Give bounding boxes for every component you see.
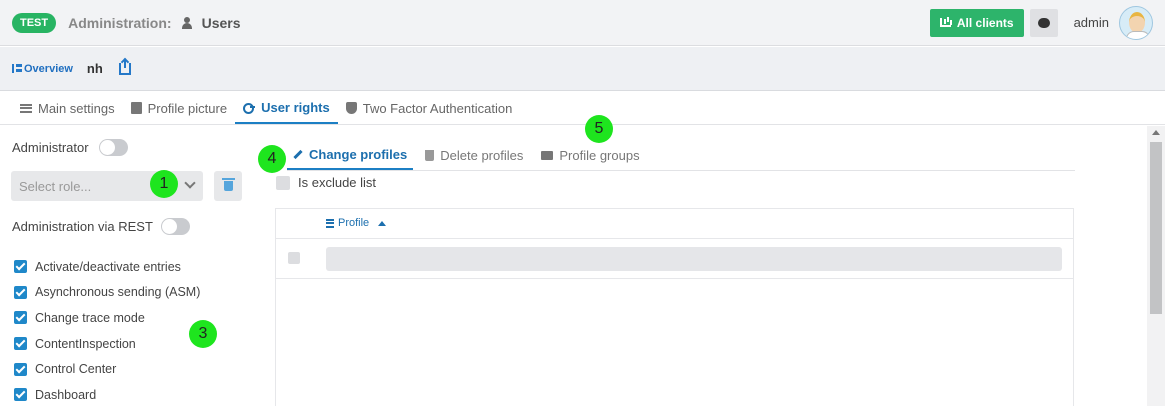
permission-checkbox[interactable] — [14, 388, 27, 402]
permission-checkbox[interactable] — [14, 337, 27, 351]
tab-label: Two Factor Authentication — [362, 100, 513, 116]
record-toolbar: Overview nh — [0, 47, 1165, 91]
delete-role-button[interactable] — [214, 171, 242, 201]
column-menu-icon[interactable] — [326, 218, 334, 228]
annotation-marker: 3 — [189, 320, 217, 348]
all-clients-button[interactable]: All clients — [929, 8, 1024, 37]
trash-icon — [425, 149, 435, 161]
chat-button[interactable] — [1029, 8, 1058, 37]
tab-label: Profile picture — [147, 100, 228, 116]
permission-label: Change trace mode — [35, 310, 145, 325]
scroll-thumb[interactable] — [1150, 142, 1162, 314]
annotation-marker: 1 — [150, 170, 178, 198]
tab-profile-groups[interactable]: Profile groups — [535, 140, 645, 170]
admin-rest-label: Administration via REST — [12, 219, 153, 234]
administrator-label: Administrator — [12, 140, 89, 155]
permission-label: ContentInspection — [35, 336, 136, 351]
grid-header: Profile — [276, 209, 1073, 239]
admin-rest-row: Administration via REST — [12, 218, 190, 235]
tab-label: Profile groups — [559, 147, 640, 163]
sort-ascending-icon — [378, 220, 387, 226]
users-icon — [181, 16, 196, 29]
permission-list: Activate/deactivate entries Asynchronous… — [14, 254, 200, 406]
permission-checkbox[interactable] — [14, 285, 27, 299]
page-title: Users — [201, 14, 241, 31]
row-checkbox[interactable] — [288, 252, 300, 264]
permission-checkbox[interactable] — [14, 362, 27, 376]
section-title: Administration: — [68, 14, 172, 31]
annotation-marker: 5 — [585, 115, 613, 143]
pencil-icon — [293, 149, 303, 159]
tab-label: Delete profiles — [440, 147, 524, 163]
permission-label: Asynchronous sending (ASM) — [35, 285, 201, 300]
chevron-down-icon[interactable] — [184, 177, 196, 189]
portrait-icon — [130, 102, 142, 114]
shield-icon — [345, 102, 357, 114]
main-tabs: Main settings Profile picture User right… — [0, 92, 1165, 125]
table-row — [276, 239, 1073, 279]
permission-label: Activate/deactivate entries — [35, 259, 181, 274]
tab-label: Change profiles — [309, 146, 408, 162]
list-item: Control Center — [14, 356, 200, 382]
tab-delete-profiles[interactable]: Delete profiles — [419, 140, 529, 170]
exclude-list-row: Is exclude list — [276, 175, 376, 190]
header-actions: All clients admin — [929, 5, 1153, 40]
chat-icon — [1037, 17, 1050, 28]
list-item: Asynchronous sending (ASM) — [14, 280, 200, 306]
folder-open-icon — [541, 150, 554, 160]
chart-icon — [939, 18, 951, 27]
overview-link[interactable]: Overview — [24, 63, 73, 75]
rights-panel: Administrator Select role... Administrat… — [0, 126, 258, 406]
scroll-up-icon[interactable] — [1152, 130, 1160, 135]
trash-icon — [221, 178, 235, 191]
list-item: ContentInspection — [14, 331, 200, 357]
tab-user-rights[interactable]: User rights — [235, 92, 338, 124]
exclude-list-checkbox[interactable] — [276, 175, 290, 190]
profile-filter-input[interactable] — [326, 247, 1062, 271]
all-clients-label: All clients — [956, 15, 1014, 30]
column-label: Profile — [338, 217, 370, 229]
permission-label: Dashboard — [35, 387, 97, 402]
admin-rest-toggle[interactable] — [160, 218, 190, 235]
avatar[interactable] — [1119, 5, 1153, 40]
vertical-scrollbar[interactable] — [1147, 126, 1165, 406]
column-header-profile[interactable]: Profile — [326, 217, 387, 229]
tab-label: Main settings — [38, 100, 115, 116]
tab-main-settings[interactable]: Main settings — [12, 92, 123, 124]
profiles-grid: Profile — [275, 208, 1074, 406]
profile-tabs: Change profiles Delete profiles Profile … — [287, 140, 1075, 171]
permission-label: Control Center — [35, 362, 117, 377]
export-icon[interactable] — [118, 58, 131, 75]
permission-checkbox[interactable] — [14, 311, 27, 325]
username[interactable]: admin — [1074, 15, 1109, 30]
sitemap-icon — [12, 64, 22, 73]
permission-checkbox[interactable] — [14, 260, 27, 274]
administrator-toggle[interactable] — [98, 139, 128, 156]
tab-two-factor-auth[interactable]: Two Factor Authentication — [338, 92, 521, 124]
record-name: nh — [86, 61, 103, 76]
key-icon — [243, 103, 256, 114]
list-icon — [20, 103, 32, 113]
list-item: Dashboard — [14, 382, 200, 406]
list-item: Activate/deactivate entries — [14, 254, 200, 280]
administrator-row: Administrator — [12, 139, 128, 156]
role-select-placeholder: Select role... — [19, 178, 92, 194]
tab-change-profiles[interactable]: Change profiles — [287, 140, 414, 170]
list-item: Change trace mode — [14, 305, 200, 331]
app-header: TEST Administration: Users All clients a… — [0, 0, 1165, 46]
exclude-list-label: Is exclude list — [298, 175, 377, 190]
tab-profile-picture[interactable]: Profile picture — [123, 92, 235, 124]
env-badge: TEST — [12, 12, 57, 33]
tab-label: User rights — [261, 99, 330, 115]
annotation-marker: 4 — [258, 145, 286, 173]
